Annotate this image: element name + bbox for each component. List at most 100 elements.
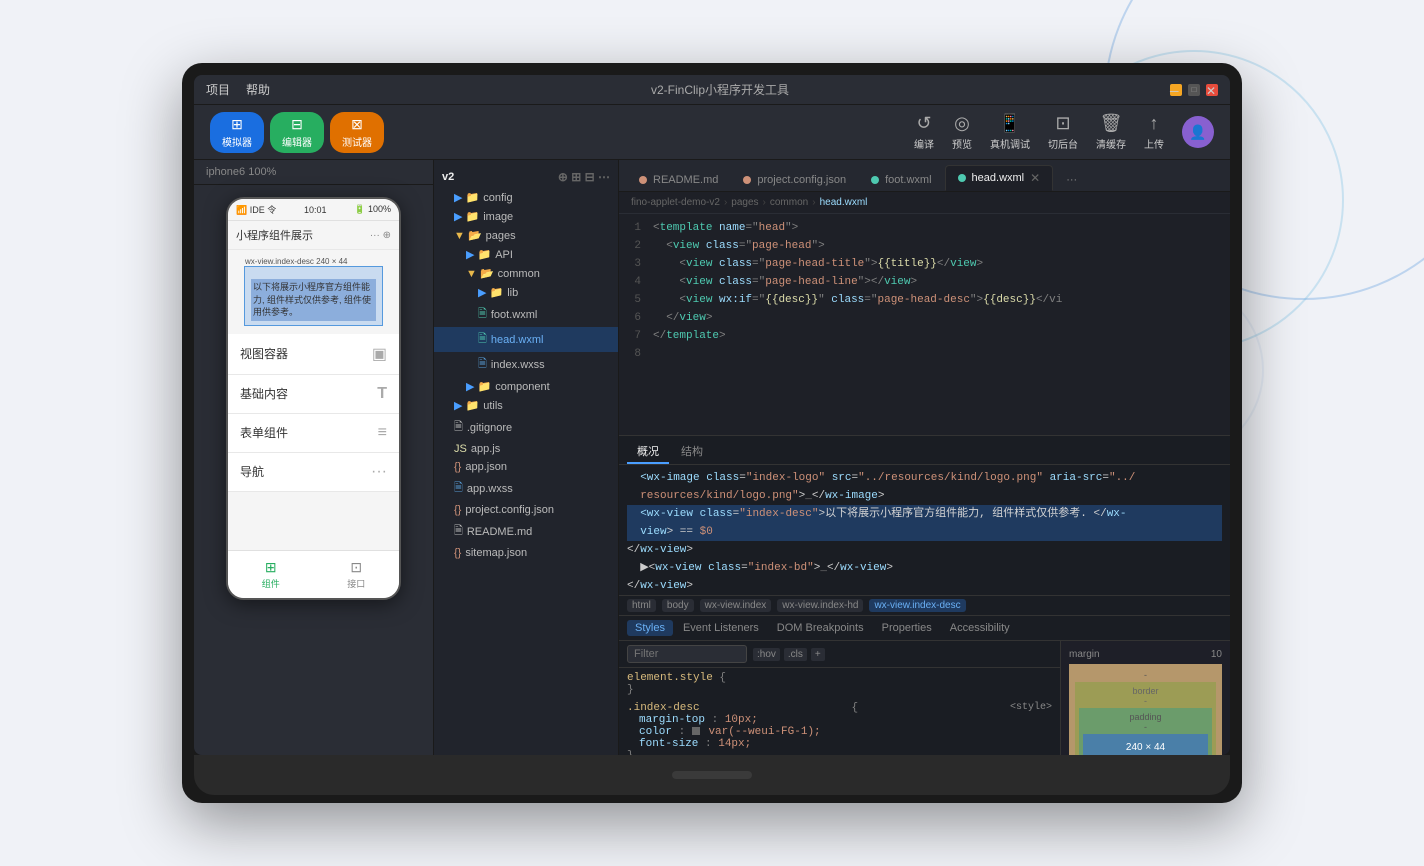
style-tabs: Styles Event Listeners DOM Breakpoints P… [619,616,1230,641]
line-content-8 [653,348,660,360]
laptop-screen: 项目 帮助 v2-FinClip小程序开发工具 ─ □ ✕ ⊞ 模拟器 ⊟ 编辑… [194,75,1230,755]
line-content-5: <view wx:if="{{desc}}" class="page-head-… [653,294,1062,306]
elem-bc-body[interactable]: body [662,599,694,612]
nav-component-label: 组件 [262,577,280,590]
style-tab-event-listeners[interactable]: Event Listeners [675,620,767,636]
menu-item-form[interactable]: 表单组件 ≡ [228,414,399,453]
menu-item-basic-icon: T [377,385,387,403]
user-avatar[interactable]: 👤 [1182,116,1214,148]
mode-editor-button[interactable]: ⊟ 编辑器 [270,112,324,153]
menu-item-nav[interactable]: 导航 ··· [228,453,399,492]
tab-structure[interactable]: 结构 [671,440,713,464]
code-lines[interactable]: 1 <template name="head"> 2 <view class="… [619,214,1230,435]
compile-button[interactable]: ↺ 编译 [914,113,934,151]
clear-cache-button[interactable]: 🗑 清缓存 [1096,113,1126,151]
phone-frame: 📶 IDE 令 10:01 🔋 100% 小程序组件展示 ··· ⊕ wx-vi [194,185,433,755]
elem-bc-wx-view-index-hd[interactable]: wx-view.index-hd [777,599,863,612]
filter-add[interactable]: + [811,648,825,661]
tree-pages[interactable]: ▼ 📂 pages [434,226,618,245]
file-tree-panel: v2 ⊕ ⊞ ⊟ ⋯ ▶ 📁 config ▶ 📁 image ▼ 📂 page… [434,160,619,755]
tab-overview[interactable]: 概况 [627,440,669,464]
phone-highlight-wrapper: wx-view.index-desc 240 × 44 以下将展示小程序官方组件… [228,250,399,326]
tab-more[interactable]: ··· [1054,169,1089,191]
minimize-button[interactable]: ─ [1170,84,1182,96]
tab-foot-wxml-label: foot.wxml [885,174,931,186]
tree-index-wxss-label: index.wxss [491,359,545,371]
nav-interface[interactable]: ⊡ 接口 [314,551,400,598]
menu-item-form-label: 表单组件 [240,424,288,441]
file-icon: 🗎 [454,418,463,437]
tree-utils[interactable]: ▶ 📁 utils [434,396,618,415]
preview-panel: iphone6 100% 📶 IDE 令 10:01 🔋 100% 小程序组件展… [194,160,434,755]
style-tab-dom-breakpoints[interactable]: DOM Breakpoints [769,620,872,636]
elem-bc-wx-view-index-desc[interactable]: wx-view.index-desc [869,599,965,612]
tree-api[interactable]: ▶ 📁 API [434,245,618,264]
tree-index-wxss[interactable]: 🗎 index.wxss [434,352,618,377]
mode-tester-button[interactable]: ⊠ 测试器 [330,112,384,153]
tab-more-label: ··· [1066,174,1077,186]
code-line-6: 6 </view> [619,312,1230,330]
tab-readme-label: README.md [653,174,718,186]
box-margin: - border - padding - 240 × 44 [1069,664,1222,755]
menu-item-project[interactable]: 项目 [206,81,230,98]
background-button[interactable]: ⊡ 切后台 [1048,113,1078,151]
tree-app-json[interactable]: {} app.json [434,458,618,476]
style-tab-styles[interactable]: Styles [627,620,673,636]
tree-component[interactable]: ▶ 📁 component [434,377,618,396]
wxss-icon: 🗎 [478,355,487,374]
tree-app-js[interactable]: JS app.js [434,440,618,458]
tree-app-wxss[interactable]: 🗎 app.wxss [434,476,618,501]
tree-common[interactable]: ▼ 📂 common [434,264,618,283]
tree-lib[interactable]: ▶ 📁 lib [434,283,618,302]
tree-image[interactable]: ▶ 📁 image [434,207,618,226]
margin-value: 10 [1211,649,1222,660]
bc-root: fino-applet-demo-v2 [631,197,720,208]
style-tab-properties[interactable]: Properties [874,620,940,636]
styles-rules-panel: :hov .cls + element.style { } [619,641,1060,755]
tab-foot-wxml[interactable]: foot.wxml [859,169,943,191]
tree-config[interactable]: ▶ 📁 config [434,188,618,207]
val-margin-top: 10px; [725,714,758,726]
tab-project-config[interactable]: project.config.json [731,169,858,191]
tree-gitignore-label: .gitignore [467,422,512,434]
code-line-2: 2 <view class="page-head"> [619,240,1230,258]
filter-cls[interactable]: .cls [784,648,807,661]
dom-line-1: <wx-image class="index-logo" src="../res… [627,469,1222,487]
maximize-button[interactable]: □ [1188,84,1200,96]
close-button[interactable]: ✕ [1206,84,1218,96]
upload-button[interactable]: ↑ 上传 [1144,113,1164,151]
tree-project-config[interactable]: {} project.config.json [434,501,618,519]
bc-pages: pages [731,197,758,208]
style-tab-accessibility[interactable]: Accessibility [942,620,1018,636]
elem-bc-wx-view-index[interactable]: wx-view.index [700,599,772,612]
tree-gitignore[interactable]: 🗎 .gitignore [434,415,618,440]
menu-item-help[interactable]: 帮助 [246,81,270,98]
wxml-icon: 🗎 [478,305,487,324]
elem-bc-html[interactable]: html [627,599,656,612]
device-debug-button[interactable]: 📱 真机调试 [990,113,1030,151]
mode-simulator-button[interactable]: ⊞ 模拟器 [210,112,264,153]
tab-head-wxml[interactable]: head.wxml ✕ [945,165,1054,191]
filter-input[interactable] [627,645,747,663]
simulator-label: 模拟器 [222,134,252,149]
tab-readme[interactable]: README.md [627,169,730,191]
tab-close-icon[interactable]: ✕ [1030,171,1040,185]
phone-app-title: 小程序组件展示 [236,227,313,243]
toolbar: ⊞ 模拟器 ⊟ 编辑器 ⊠ 测试器 ↺ 编译 ◎ [194,105,1230,160]
styles-rules: element.style { } .index-desc { <style> [619,668,1060,755]
tree-config-label: config [483,192,512,204]
menu-item-basic-content[interactable]: 基础内容 T [228,375,399,414]
style-rule-index-desc: .index-desc { <style> margin-top : 10px; [627,702,1052,755]
tree-foot-wxml[interactable]: 🗎 foot.wxml [434,302,618,327]
tree-sitemap[interactable]: {} sitemap.json [434,544,618,562]
bottom-panel: 概况 结构 <wx-image class="index-logo" src="… [619,435,1230,755]
tree-readme[interactable]: 🗎 README.md [434,519,618,544]
box-padding: padding - 240 × 44 - [1079,708,1212,755]
selector-2: .index-desc [627,702,700,714]
menu-item-view-container[interactable]: 视图容器 ▣ [228,334,399,375]
preview-button[interactable]: ◎ 预览 [952,113,972,151]
nav-component[interactable]: ⊞ 组件 [228,551,314,598]
filter-hov[interactable]: :hov [753,648,780,661]
tree-head-wxml[interactable]: 🗎 head.wxml [434,327,618,352]
menu-item-view-label: 视图容器 [240,345,288,362]
